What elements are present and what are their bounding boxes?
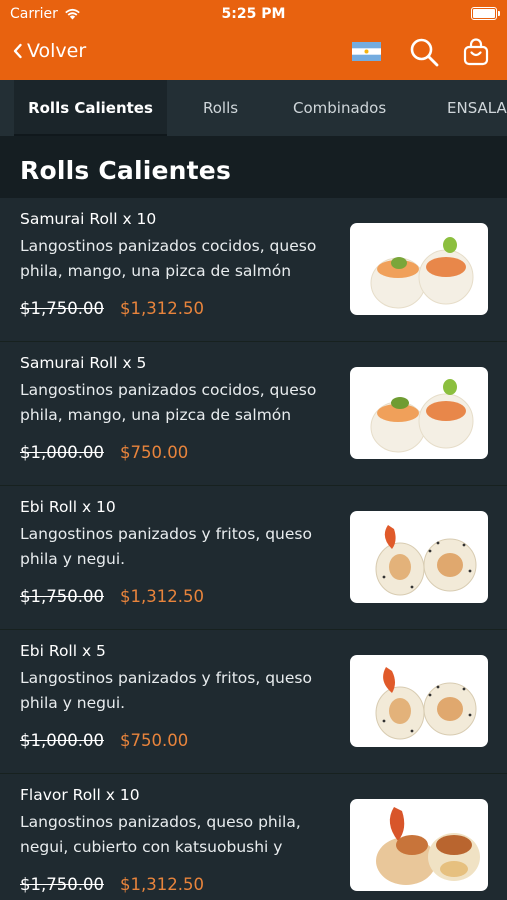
status-bar: Carrier 5:25 PM [0, 0, 507, 28]
chevron-left-icon [13, 43, 22, 59]
product-item[interactable]: Ebi Roll x 5 Langostinos panizados y fri… [0, 630, 507, 774]
discounted-price: $1,312.50 [120, 587, 204, 606]
samurai-roll-photo [350, 367, 488, 459]
tab-ensaladas[interactable]: ENSALADAS [447, 80, 507, 136]
tab-rolls[interactable]: Rolls [203, 80, 238, 136]
product-description: Langostinos panizados cocidos, queso phi… [20, 381, 317, 424]
original-price: $1,000.00 [20, 731, 104, 750]
product-description: Langostinos panizados y fritos, queso ph… [20, 525, 312, 568]
discounted-price: $1,312.50 [120, 299, 204, 318]
shopping-bag-icon[interactable] [463, 38, 489, 66]
ebi-roll-photo [350, 511, 488, 603]
product-name: Ebi Roll x 5 [20, 642, 106, 660]
search-icon[interactable] [409, 37, 439, 67]
product-list[interactable]: Samurai Roll x 10 Langostinos panizados … [0, 198, 507, 900]
product-item[interactable]: Ebi Roll x 10 Langostinos panizados y fr… [0, 486, 507, 630]
tab-combinados[interactable]: Combinados [293, 80, 386, 136]
product-name: Samurai Roll x 5 [20, 354, 147, 372]
tab-rolls-calientes[interactable]: Rolls Calientes [14, 80, 167, 136]
product-item[interactable]: Samurai Roll x 5 Langostinos panizados c… [0, 342, 507, 486]
discounted-price: $750.00 [120, 731, 189, 750]
original-price: $1,750.00 [20, 875, 104, 894]
category-tabs: Rolls Calientes Rolls Combinados ENSALAD… [0, 80, 507, 136]
back-button[interactable]: Volver [12, 40, 86, 62]
argentina-flag-icon[interactable] [352, 42, 381, 61]
product-description: Langostinos panizados y fritos, queso ph… [20, 669, 312, 712]
app-header: Carrier 5:25 PM Volver [0, 0, 507, 80]
discounted-price: $750.00 [120, 443, 189, 462]
product-name: Ebi Roll x 10 [20, 498, 116, 516]
original-price: $1,750.00 [20, 587, 104, 606]
section-header: Rolls Calientes [0, 136, 507, 198]
product-item[interactable]: Flavor Roll x 10 Langostinos panizados, … [0, 774, 507, 900]
section-title: Rolls Calientes [20, 156, 232, 185]
battery-icon [471, 7, 500, 20]
back-label: Volver [27, 40, 87, 62]
original-price: $1,000.00 [20, 443, 104, 462]
product-item[interactable]: Samurai Roll x 10 Langostinos panizados … [0, 198, 507, 342]
product-name: Flavor Roll x 10 [20, 786, 140, 804]
original-price: $1,750.00 [20, 299, 104, 318]
product-name: Samurai Roll x 10 [20, 210, 157, 228]
status-time: 5:25 PM [221, 6, 286, 22]
flavor-roll-photo [350, 799, 488, 891]
ebi-roll-photo [350, 655, 488, 747]
product-description: Langostinos panizados cocidos, queso phi… [20, 237, 317, 280]
discounted-price: $1,312.50 [120, 875, 204, 894]
product-description: Langostinos panizados, queso phila, negu… [20, 813, 301, 856]
samurai-roll-photo [350, 223, 488, 315]
